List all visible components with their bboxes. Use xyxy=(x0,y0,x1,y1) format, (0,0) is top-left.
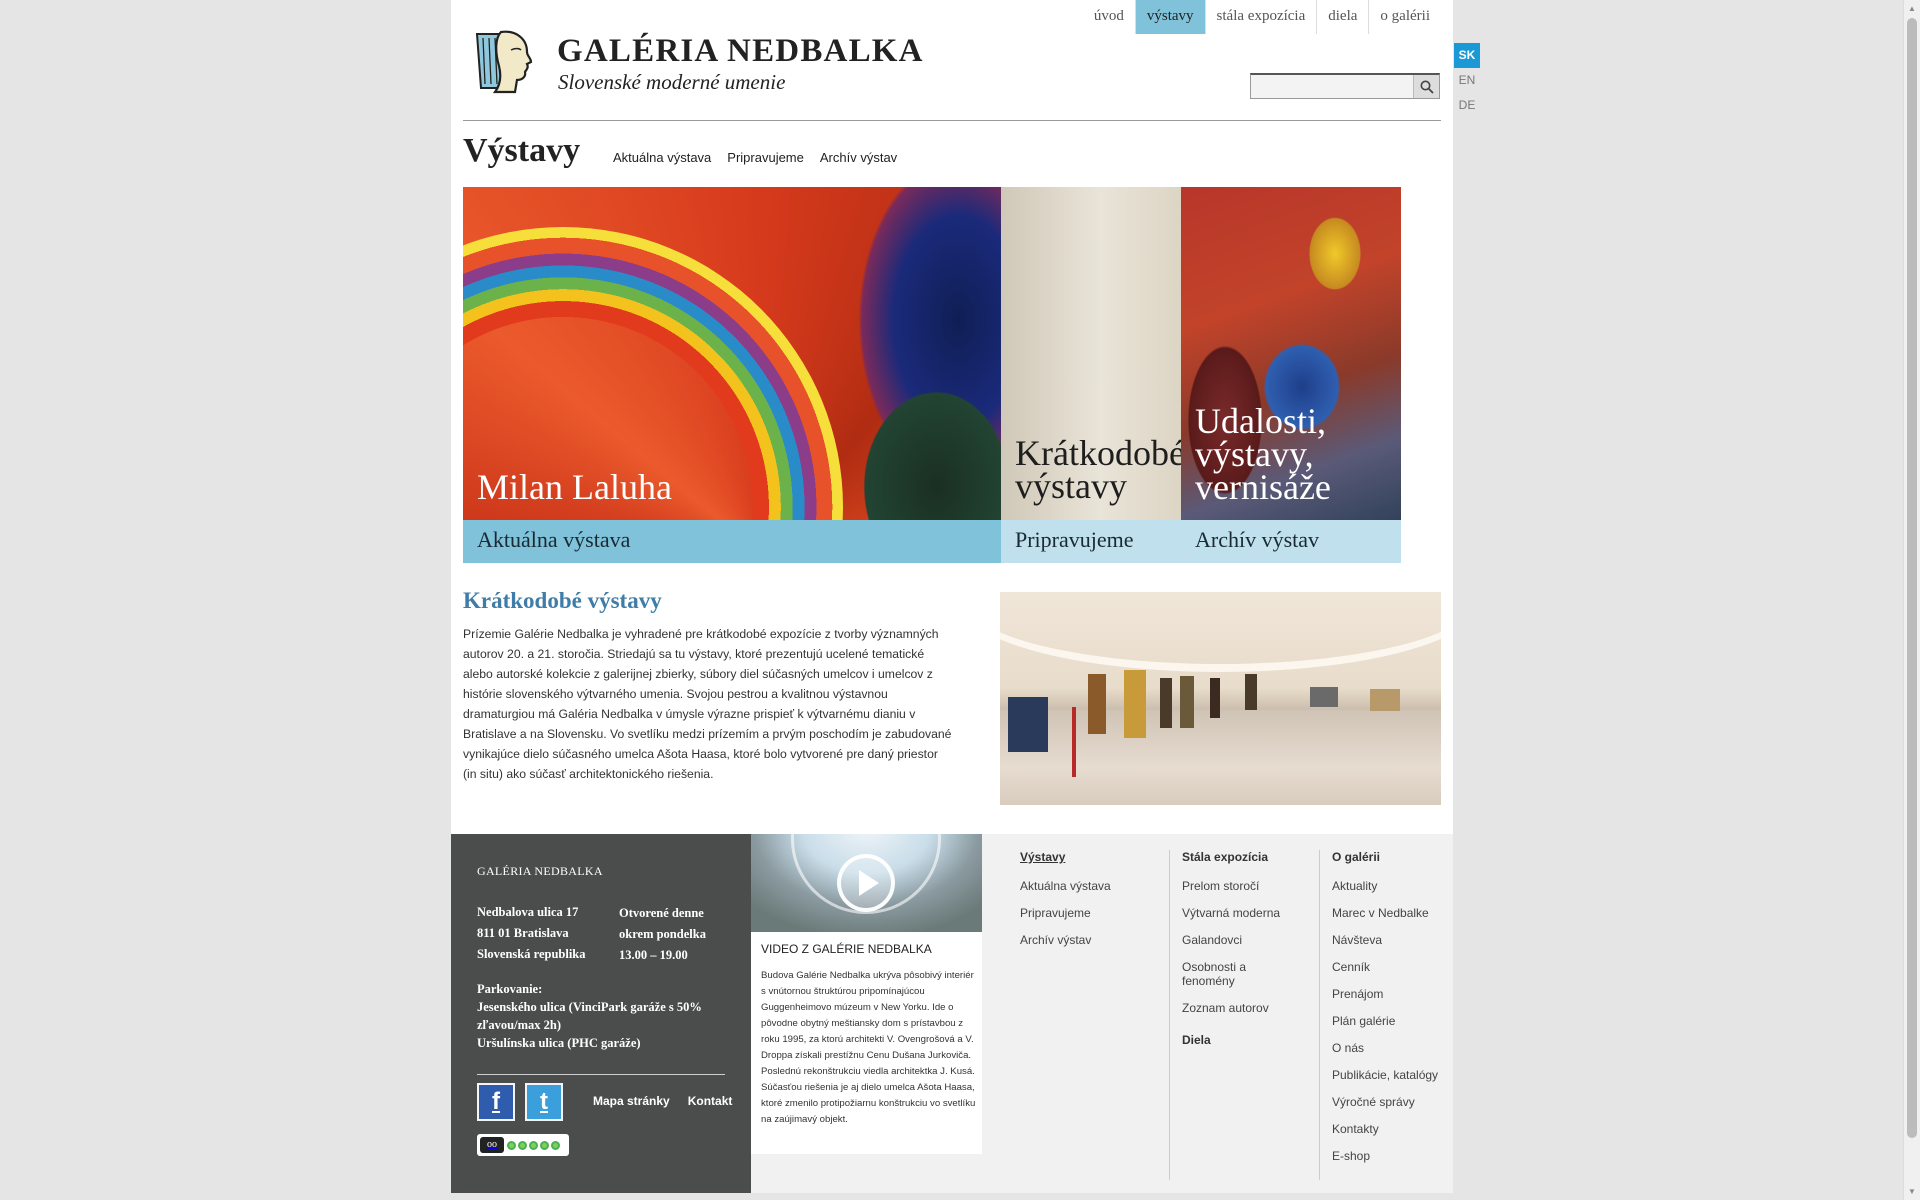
video-title: VIDEO Z GALÉRIE NEDBALKA xyxy=(761,942,932,956)
footer-col-vystavy: Výstavy Aktuálna výstava Pripravujeme Ar… xyxy=(1020,850,1140,960)
footer-link[interactable]: Prenájom xyxy=(1332,987,1449,1001)
scrollbar-thumb[interactable] xyxy=(1907,18,1917,1138)
footer-link[interactable]: Archív výstav xyxy=(1020,933,1140,947)
footer-link[interactable]: Výročné správy xyxy=(1332,1095,1449,1109)
footer-heading-diela[interactable]: Diela xyxy=(1182,1033,1299,1047)
header-divider xyxy=(463,120,1441,121)
subnav-archiv-vystav[interactable]: Archív výstav xyxy=(820,150,897,165)
top-nav-vystavy[interactable]: výstavy xyxy=(1134,0,1205,34)
top-nav-uvod[interactable]: úvod xyxy=(1083,0,1135,34)
sitemap-link[interactable]: Mapa stránky xyxy=(593,1094,670,1108)
footer-link[interactable]: Kontakty xyxy=(1332,1122,1449,1136)
hero-panel-archive[interactable]: Udalosti, výstavy, vernisáže Archív výst… xyxy=(1181,187,1401,563)
footer-gallery-name: GALÉRIA NEDBALKA xyxy=(477,864,603,878)
hero-panel-upcoming[interactable]: Krátkodobé výstavy Pripravujeme xyxy=(1001,187,1181,563)
footer-link[interactable]: Zoznam autorov xyxy=(1182,1001,1299,1015)
rating-dots-icon xyxy=(507,1140,560,1150)
sub-nav: Aktuálna výstava Pripravujeme Archív výs… xyxy=(613,150,897,165)
tripadvisor-owl-icon: oo xyxy=(480,1137,504,1153)
footer-heading-stala-expozicia[interactable]: Stála expozícia xyxy=(1182,850,1299,864)
contact-link[interactable]: Kontakt xyxy=(688,1094,733,1108)
footer-heading-vystavy[interactable]: Výstavy xyxy=(1020,850,1140,864)
top-nav-o-galerii[interactable]: o galérii xyxy=(1368,0,1441,34)
footer-opening-hours: Otvorené denne okrem pondelka 13.00 – 19… xyxy=(619,906,706,962)
footer-link[interactable]: O nás xyxy=(1332,1041,1449,1055)
page-title: Výstavy xyxy=(463,132,581,169)
footer-link[interactable]: Cenník xyxy=(1332,960,1449,974)
footer-address: Nedbalova ulica 17 811 01 Bratislava Slo… xyxy=(477,905,586,961)
footer-heading-o-galerii[interactable]: O galérii xyxy=(1332,850,1449,864)
page: úvod výstavy stála expozícia diela o gal… xyxy=(451,0,1453,1193)
subnav-pripravujeme[interactable]: Pripravujeme xyxy=(727,150,804,165)
footer-link[interactable]: Výtvarná moderna xyxy=(1182,906,1299,920)
play-icon[interactable] xyxy=(837,854,895,912)
hero-title-upcoming: Krátkodobé výstavy xyxy=(1015,433,1181,506)
logo-face-icon xyxy=(475,30,533,94)
lang-en[interactable]: EN xyxy=(1454,68,1480,93)
tripadvisor-badge[interactable]: oo xyxy=(477,1134,569,1156)
hero-bar-upcoming: Pripravujeme xyxy=(1001,520,1181,563)
hero-title-archive: Udalosti, výstavy, vernisáže xyxy=(1195,401,1331,507)
top-nav-stala-expozicia[interactable]: stála expozícia xyxy=(1204,0,1317,34)
video-box: VIDEO Z GALÉRIE NEDBALKA Budova Galérie … xyxy=(751,834,982,1154)
hero-bar-current: Aktuálna výstava xyxy=(463,520,1001,563)
gallery-logo[interactable] xyxy=(471,28,541,96)
footer-link[interactable]: Prelom storočí xyxy=(1182,879,1299,893)
search-box xyxy=(1250,73,1440,99)
video-thumbnail[interactable] xyxy=(751,834,982,932)
top-nav: úvod výstavy stála expozícia diela o gal… xyxy=(1083,0,1441,34)
twitter-icon[interactable]: t xyxy=(525,1083,563,1121)
page-scrollbar[interactable]: ▲ ▼ xyxy=(1903,0,1920,1200)
brand-tagline: Slovenské moderné umenie xyxy=(558,70,786,94)
footer-link[interactable]: Návšteva xyxy=(1332,933,1449,947)
footer-parking: Parkovanie: Jesenského ulica (VinciPark … xyxy=(477,982,702,1050)
footer-link[interactable]: Galandovci xyxy=(1182,933,1299,947)
hero-bar-archive: Archív výstav xyxy=(1181,520,1401,563)
search-icon xyxy=(1420,80,1434,94)
footer: GALÉRIA NEDBALKA Nedbalova ulica 17 811 … xyxy=(451,834,1453,1193)
footer-link[interactable]: E-shop xyxy=(1332,1149,1449,1163)
footer-link[interactable]: Aktuality xyxy=(1332,879,1449,893)
content-body: Prízemie Galérie Nedbalka je vyhradené p… xyxy=(463,627,952,781)
top-nav-diela[interactable]: diela xyxy=(1316,0,1368,34)
brand-name: GALÉRIA NEDBALKA xyxy=(557,33,924,69)
hero-panel-current[interactable]: Milan Laluha Aktuálna výstava xyxy=(463,187,1001,563)
footer-link[interactable]: Osobnosti a fenomény xyxy=(1182,960,1299,988)
footer-link[interactable]: Pripravujeme xyxy=(1020,906,1140,920)
video-description: Budova Galérie Nedbalka ukrýva pôsobivý … xyxy=(761,970,976,1125)
footer-divider xyxy=(477,1074,725,1075)
footer-col-o-galerii: O galérii Aktuality Marec v Nedbalke Náv… xyxy=(1319,850,1449,1180)
footer-link[interactable]: Publikácie, katalógy xyxy=(1332,1068,1449,1082)
content-title: Krátkodobé výstavy xyxy=(463,588,662,613)
footer-col-stala-expozicia: Stála expozícia Prelom storočí Výtvarná … xyxy=(1169,850,1299,1180)
facebook-icon[interactable]: f xyxy=(477,1083,515,1121)
footer-links: Mapa stránky Kontakt xyxy=(593,1094,732,1108)
hero-title-current: Milan Laluha xyxy=(477,467,672,507)
footer-link[interactable]: Aktuálna výstava xyxy=(1020,879,1140,893)
footer-link[interactable]: Marec v Nedbalke xyxy=(1332,906,1449,920)
footer-info: GALÉRIA NEDBALKA Nedbalova ulica 17 811 … xyxy=(451,834,751,1193)
search-button[interactable] xyxy=(1413,75,1439,98)
lang-sk[interactable]: SK xyxy=(1454,43,1480,68)
language-switcher: SK EN DE xyxy=(1454,43,1480,118)
lang-de[interactable]: DE xyxy=(1454,93,1480,118)
gallery-interior-photo xyxy=(1000,592,1441,805)
footer-link[interactable]: Plán galérie xyxy=(1332,1014,1449,1028)
subnav-aktualna-vystava[interactable]: Aktuálna výstava xyxy=(613,150,711,165)
scroll-down-icon[interactable]: ▼ xyxy=(1908,1187,1916,1196)
scroll-up-icon[interactable]: ▲ xyxy=(1908,4,1916,13)
search-input[interactable] xyxy=(1251,75,1413,97)
